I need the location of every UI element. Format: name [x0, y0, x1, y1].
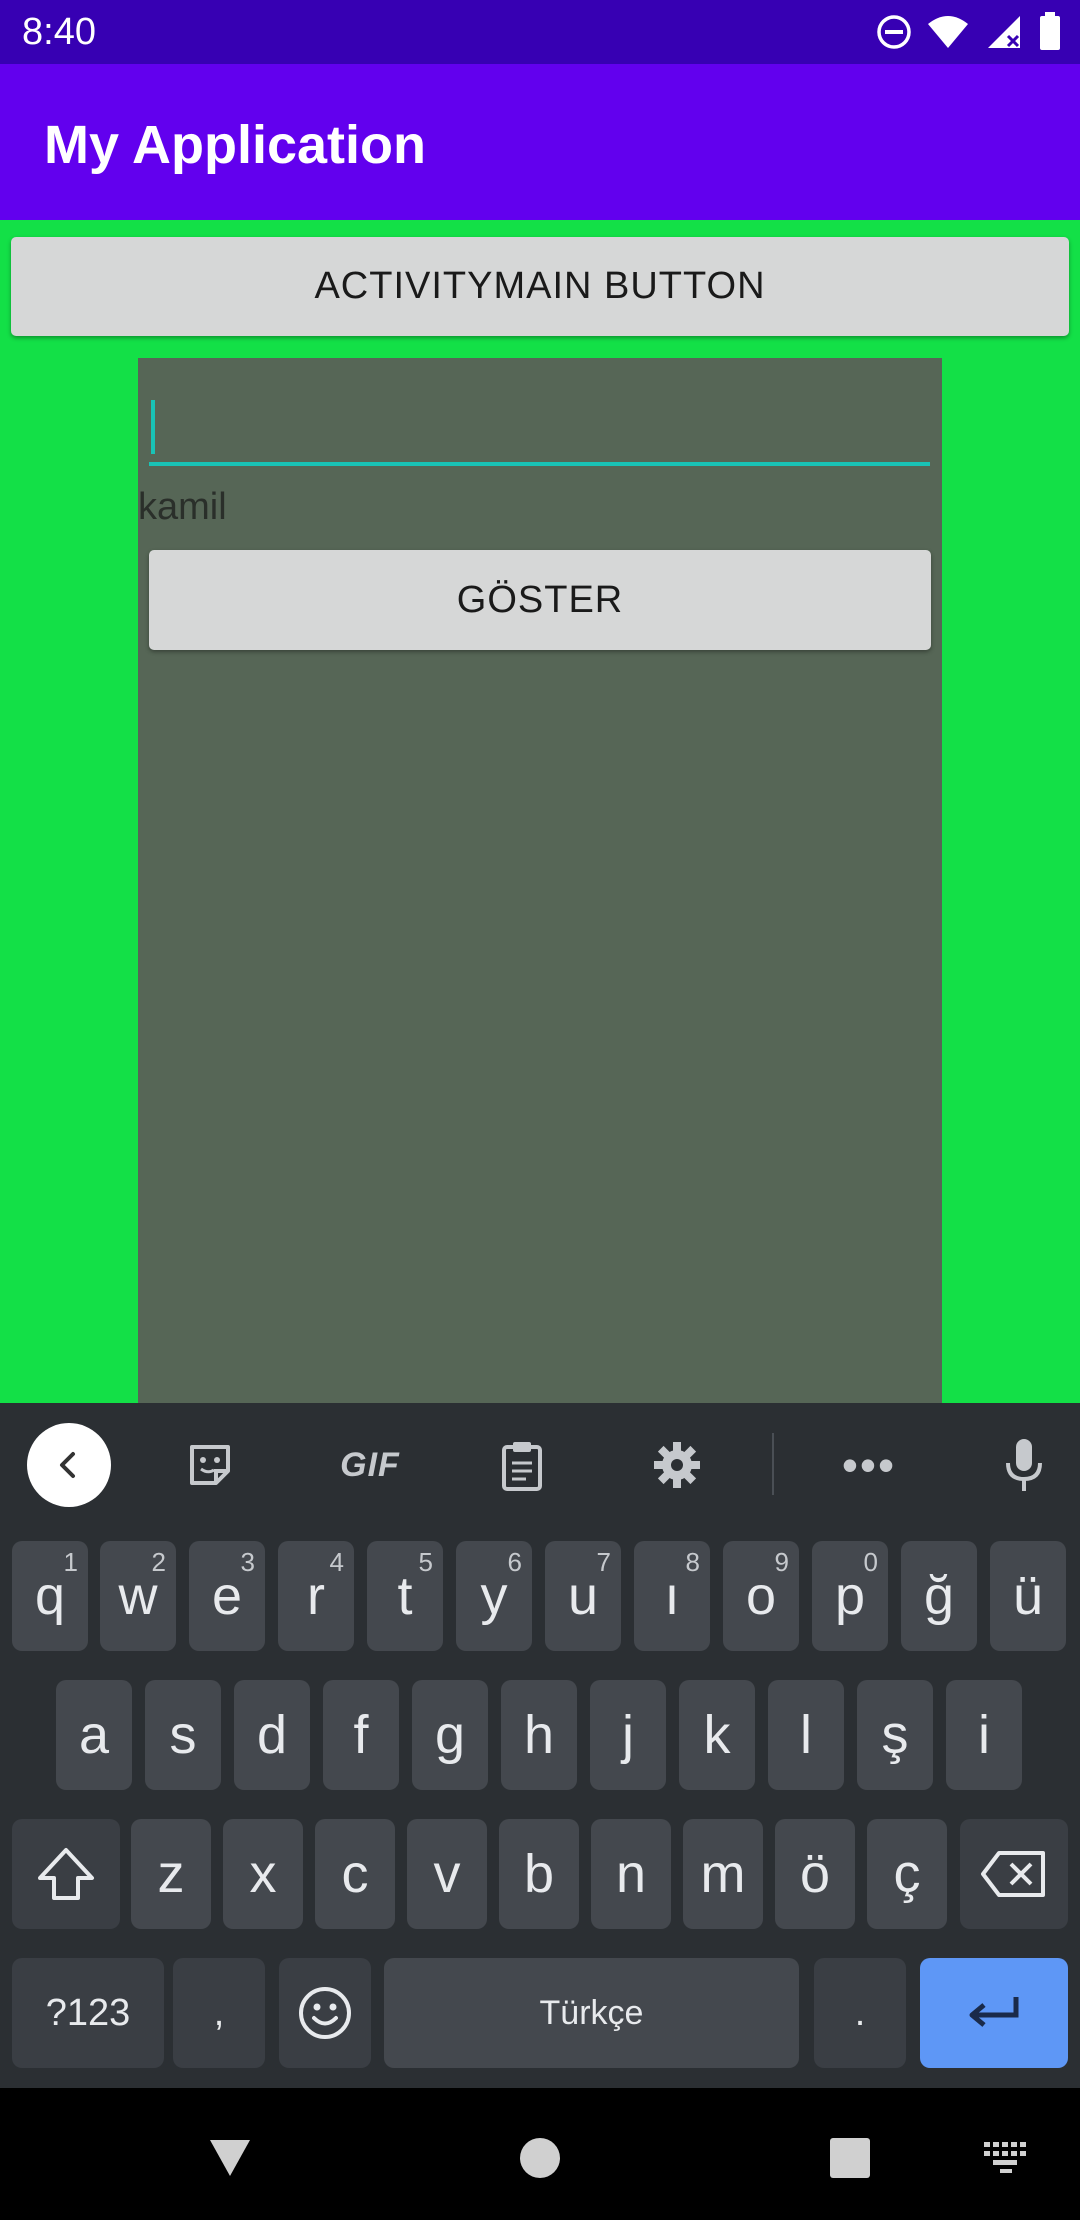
- key-s[interactable]: s: [145, 1680, 221, 1790]
- status-time: 8:40: [22, 11, 96, 53]
- key-d[interactable]: d: [234, 1680, 310, 1790]
- status-bar: 8:40: [0, 0, 1080, 64]
- key-u-umlaut[interactable]: ü: [990, 1541, 1066, 1651]
- key-i[interactable]: i: [946, 1680, 1022, 1790]
- key-label: t: [397, 1566, 413, 1626]
- cellular-signal-icon: [984, 14, 1024, 50]
- shift-icon: [38, 1848, 94, 1900]
- key-h[interactable]: h: [501, 1680, 577, 1790]
- key-dotless-i[interactable]: ı8: [634, 1541, 710, 1651]
- key-hint: 9: [774, 1547, 789, 1577]
- key-g[interactable]: g: [412, 1680, 488, 1790]
- key-o-umlaut[interactable]: ö: [775, 1819, 855, 1929]
- goster-button[interactable]: GÖSTER: [149, 550, 931, 650]
- app-title: My Application: [44, 115, 427, 175]
- key-n[interactable]: n: [591, 1819, 671, 1929]
- key-p[interactable]: p0: [812, 1541, 888, 1651]
- backspace-key[interactable]: [960, 1819, 1068, 1929]
- symbols-key[interactable]: ?123: [12, 1958, 164, 2068]
- key-v[interactable]: v: [407, 1819, 487, 1929]
- key-w[interactable]: w2: [100, 1541, 176, 1651]
- shift-key[interactable]: [12, 1819, 120, 1929]
- key-r[interactable]: r4: [278, 1541, 354, 1651]
- key-hint: 4: [329, 1547, 344, 1577]
- key-x[interactable]: x: [223, 1819, 303, 1929]
- key-hint: 2: [151, 1547, 166, 1577]
- gif-icon[interactable]: GIF: [322, 1423, 418, 1507]
- enter-icon: [969, 1997, 1019, 2027]
- key-label: p: [834, 1566, 866, 1626]
- key-s-cedilla[interactable]: ş: [857, 1680, 933, 1790]
- status-icons: [876, 12, 1062, 52]
- key-z[interactable]: z: [131, 1819, 211, 1929]
- key-q[interactable]: q1: [12, 1541, 88, 1651]
- battery-icon: [1038, 12, 1062, 52]
- key-label: r: [307, 1566, 325, 1626]
- key-y[interactable]: y6: [456, 1541, 532, 1651]
- key-t[interactable]: t5: [367, 1541, 443, 1651]
- back-triangle-icon[interactable]: [200, 2128, 260, 2188]
- app-bar: My Application: [0, 64, 1080, 220]
- clipboard-icon[interactable]: [480, 1423, 564, 1507]
- key-a[interactable]: a: [56, 1680, 132, 1790]
- text-cursor: [151, 400, 155, 454]
- enter-key[interactable]: [920, 1958, 1068, 2068]
- emoji-key[interactable]: [279, 1958, 371, 2068]
- key-j[interactable]: j: [590, 1680, 666, 1790]
- key-label: ü: [1012, 1566, 1044, 1626]
- gif-label: GIF: [340, 1445, 400, 1484]
- do-not-disturb-icon: [876, 14, 912, 50]
- navigation-bar: [0, 2088, 1080, 2220]
- toolbar-divider: [772, 1433, 774, 1495]
- keyboard-toolbar: GIF •••: [0, 1403, 1080, 1523]
- key-c[interactable]: c: [315, 1819, 395, 1929]
- microphone-icon[interactable]: [982, 1423, 1066, 1507]
- key-m[interactable]: m: [683, 1819, 763, 1929]
- space-key[interactable]: Türkçe: [384, 1958, 799, 2068]
- key-u[interactable]: u7: [545, 1541, 621, 1651]
- comma-key[interactable]: ,: [173, 1958, 265, 2068]
- key-label: ğ: [923, 1566, 955, 1626]
- key-hint: 7: [596, 1547, 611, 1577]
- name-text: kamil: [138, 486, 227, 528]
- activity-content: ACTIVITYMAIN BUTTON kamil GÖSTER: [0, 220, 1080, 1403]
- key-hint: 3: [240, 1547, 255, 1577]
- key-o[interactable]: o9: [723, 1541, 799, 1651]
- key-label: u: [567, 1566, 599, 1626]
- key-hint: 5: [418, 1547, 433, 1577]
- period-key[interactable]: .: [814, 1958, 906, 2068]
- key-e[interactable]: e3: [189, 1541, 265, 1651]
- key-label: o: [745, 1566, 777, 1626]
- home-circle-icon[interactable]: [510, 2128, 570, 2188]
- key-k[interactable]: k: [679, 1680, 755, 1790]
- back-icon[interactable]: [27, 1423, 111, 1507]
- recents-square-icon[interactable]: [820, 2128, 880, 2188]
- key-g-breve[interactable]: ğ: [901, 1541, 977, 1651]
- key-hint: 0: [863, 1547, 878, 1577]
- key-f[interactable]: f: [323, 1680, 399, 1790]
- key-label: y: [480, 1566, 508, 1626]
- wifi-icon: [926, 14, 970, 50]
- fragment-panel: kamil GÖSTER: [138, 358, 942, 1403]
- key-b[interactable]: b: [499, 1819, 579, 1929]
- key-label: ı: [664, 1566, 680, 1626]
- key-hint: 1: [63, 1547, 78, 1577]
- emoji-icon: [299, 1987, 351, 2039]
- key-c-cedilla[interactable]: ç: [867, 1819, 947, 1929]
- keyboard-switch-icon[interactable]: [976, 2128, 1036, 2188]
- text-input[interactable]: [149, 376, 930, 466]
- more-label: •••: [841, 1439, 897, 1491]
- key-l[interactable]: l: [768, 1680, 844, 1790]
- backspace-icon: [981, 1851, 1045, 1897]
- more-icon[interactable]: •••: [827, 1423, 911, 1507]
- key-label: e: [211, 1566, 243, 1626]
- settings-icon[interactable]: [635, 1423, 719, 1507]
- key-hint: 6: [507, 1547, 522, 1577]
- key-label: q: [34, 1566, 66, 1626]
- activitymain-button[interactable]: ACTIVITYMAIN BUTTON: [11, 237, 1069, 336]
- soft-keyboard: GIF ••• q1 w2 e3 r4 t5 y6 u7 ı8 o9 p0 ğ …: [0, 1403, 1080, 2088]
- sticker-icon[interactable]: [168, 1423, 252, 1507]
- key-hint: 8: [685, 1547, 700, 1577]
